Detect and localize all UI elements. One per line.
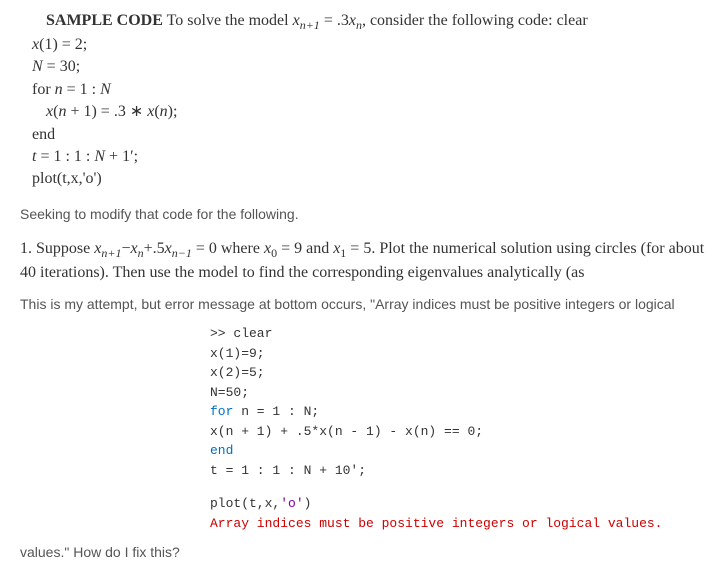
matlab-line-2: x(1)=9; (210, 344, 706, 364)
matlab-line-3: x(2)=5; (210, 363, 706, 383)
body-text-2: This is my attempt, but error message at… (20, 295, 706, 315)
sample-line-5: end (32, 124, 706, 146)
body-text-3: values." How do I fix this? (20, 543, 706, 563)
sample-line-1: x(1) = 2; (32, 34, 706, 56)
problem-statement: 1. Suppose xn+1−xn+.5xn−1 = 0 where x0 =… (20, 238, 706, 284)
matlab-line-6: x(n + 1) + .5*x(n - 1) - x(n) == 0; (210, 422, 706, 442)
matlab-line-10: plot(t,x,'o') (210, 494, 706, 514)
matlab-blank-line (210, 480, 706, 494)
matlab-line-4: N=50; (210, 383, 706, 403)
matlab-line-8: t = 1 : 1 : N + 10'; (210, 461, 706, 481)
sample-line-7: plot(t,x,'o') (32, 168, 706, 190)
matlab-line-5: for n = 1 : N; (210, 402, 706, 422)
sample-line-2: N = 30; (32, 56, 706, 78)
sample-code-intro: SAMPLE CODE To solve the model xn+1 = .3… (32, 10, 706, 34)
sample-line-6: t = 1 : 1 : N + 1′; (32, 146, 706, 168)
matlab-error: Array indices must be positive integers … (210, 514, 706, 534)
sample-heading: SAMPLE CODE (46, 12, 163, 29)
matlab-line-7: end (210, 441, 706, 461)
sample-line-3: for n = 1 : N (32, 79, 706, 101)
matlab-code-block: >> clear x(1)=9; x(2)=5; N=50; for n = 1… (210, 324, 706, 533)
sample-line-4: x(n + 1) = .3 ∗ x(n); (46, 101, 706, 123)
matlab-line-1: >> clear (210, 324, 706, 344)
body-text-1: Seeking to modify that code for the foll… (20, 205, 706, 225)
